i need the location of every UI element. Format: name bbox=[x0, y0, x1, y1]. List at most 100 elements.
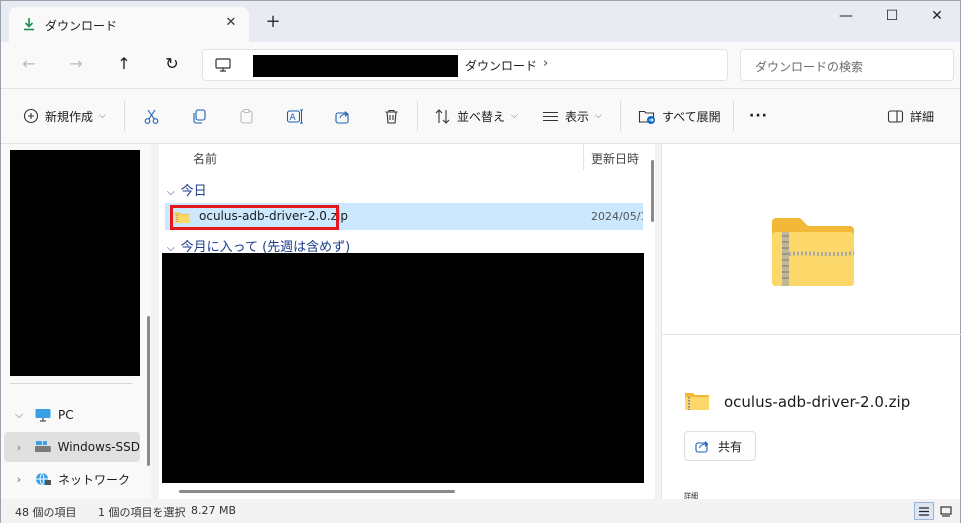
new-tab-button[interactable]: + bbox=[263, 13, 283, 33]
forward-button[interactable]: → bbox=[61, 50, 91, 80]
file-date: 2024/05/1 bbox=[591, 210, 643, 223]
tab-title: ダウンロード bbox=[45, 19, 118, 33]
group-header-today[interactable]: ⌵ 今日 bbox=[167, 180, 207, 199]
share-icon bbox=[695, 441, 709, 453]
rename-button[interactable]: A bbox=[286, 89, 304, 143]
horizontal-scrollbar[interactable] bbox=[179, 490, 455, 493]
vertical-scrollbar[interactable] bbox=[651, 160, 654, 222]
trash-icon bbox=[385, 109, 398, 124]
tab-downloads[interactable]: ダウンロード ✕ bbox=[9, 7, 249, 42]
minimize-button[interactable]: — bbox=[823, 1, 869, 33]
new-button-label: 新規作成 bbox=[45, 109, 94, 124]
list-view-icon bbox=[543, 111, 558, 121]
chevron-right-icon[interactable]: › bbox=[543, 56, 548, 71]
chevron-down-icon: ⌵ bbox=[595, 111, 602, 121]
group-label: 今日 bbox=[180, 184, 207, 199]
details-pane-button[interactable]: 詳細 bbox=[887, 89, 934, 143]
clipboard-icon bbox=[240, 108, 253, 124]
network-icon bbox=[36, 472, 51, 486]
zip-folder-icon bbox=[772, 218, 855, 286]
column-header-row: 名前 更新日時 bbox=[159, 144, 651, 170]
search-input[interactable]: ダウンロードの検索 bbox=[755, 58, 863, 75]
plus-circle-icon bbox=[23, 108, 39, 124]
selection-count: 1 個の項目を選択 bbox=[98, 506, 186, 519]
svg-text:A: A bbox=[290, 113, 297, 123]
share-button[interactable] bbox=[334, 89, 351, 143]
redacted-quick-access bbox=[10, 150, 140, 376]
divider bbox=[417, 101, 418, 131]
sidebar-item-network[interactable]: › ネットワーク bbox=[4, 464, 140, 494]
file-list: 名前 更新日時 ⌵ 今日 oculus-adb-driver-2.0.zip 20… bbox=[159, 144, 655, 499]
redacted-file-list bbox=[162, 253, 644, 483]
sort-label: 並べ替え bbox=[457, 109, 506, 124]
preview-view-icon bbox=[940, 505, 952, 517]
folder-expand-icon bbox=[638, 110, 655, 124]
tab-close-button[interactable]: ✕ bbox=[221, 13, 241, 33]
sort-button[interactable]: 並べ替え ⌵ bbox=[434, 89, 518, 143]
details-label: 詳細 bbox=[910, 109, 935, 124]
expand-all-label: すべて展開 bbox=[662, 109, 721, 124]
chevron-down-icon[interactable]: ⌵ bbox=[167, 187, 175, 198]
divider bbox=[10, 383, 132, 384]
sidebar-item-windows-ssd[interactable]: › Windows-SSD bbox=[4, 432, 140, 462]
expand-all-button[interactable]: すべて展開 bbox=[638, 89, 721, 143]
back-button[interactable]: ← bbox=[14, 50, 44, 80]
chevron-down-icon: ⌵ bbox=[511, 111, 518, 121]
navigation-pane: ⌵ PC › Windows-SSD › ネットワーク bbox=[1, 144, 151, 499]
list-view-icon bbox=[919, 506, 929, 516]
rename-icon: A bbox=[286, 109, 303, 123]
column-separator[interactable] bbox=[583, 144, 584, 170]
highlight-box bbox=[170, 205, 339, 230]
more-options-button[interactable]: ··· bbox=[749, 89, 768, 143]
redacted-path bbox=[253, 55, 458, 77]
divider bbox=[620, 101, 621, 131]
sidebar-item-label: ネットワーク bbox=[58, 472, 131, 487]
chevron-right-icon[interactable]: › bbox=[10, 473, 28, 486]
command-bar: 新規作成 ⌵ A 並べ替え ⌵ 表示 ⌵ すべて展開 ··· 詳細 bbox=[1, 88, 960, 144]
share-label: 共有 bbox=[718, 439, 743, 454]
sidebar-scrollbar[interactable] bbox=[147, 316, 150, 466]
sidebar-item-pc[interactable]: ⌵ PC bbox=[4, 400, 140, 430]
details-pane: oculus-adb-driver-2.0.zip 共有 詳細 bbox=[661, 144, 961, 500]
divider bbox=[662, 334, 961, 335]
cut-button[interactable] bbox=[143, 89, 160, 143]
up-button[interactable]: ↑ bbox=[109, 50, 139, 80]
details-view-button[interactable] bbox=[914, 502, 934, 520]
address-segment-downloads[interactable]: ダウンロード bbox=[465, 57, 537, 74]
monitor-icon bbox=[215, 58, 231, 72]
drive-icon bbox=[34, 441, 51, 452]
explorer-window: ダウンロード ✕ + — ☐ ✕ ← → ↑ ↻ ダウンロード › ダウンロード… bbox=[0, 0, 961, 523]
sort-icon bbox=[435, 108, 450, 124]
column-header-date[interactable]: 更新日時 bbox=[591, 150, 639, 167]
large-icons-view-button[interactable] bbox=[936, 502, 956, 520]
sidebar-item-label: PC bbox=[58, 408, 74, 422]
item-count: 48 個の項目 bbox=[15, 506, 77, 519]
delete-button[interactable] bbox=[383, 89, 400, 143]
zip-folder-icon bbox=[685, 393, 709, 410]
address-bar[interactable]: ダウンロード › bbox=[202, 49, 728, 81]
selection-size: 8.27 MB bbox=[191, 504, 237, 517]
scissors-icon bbox=[144, 109, 159, 124]
view-label: 表示 bbox=[565, 109, 590, 124]
download-icon bbox=[24, 18, 34, 31]
maximize-button[interactable]: ☐ bbox=[869, 1, 915, 33]
new-button[interactable]: 新規作成 ⌵ bbox=[23, 89, 106, 143]
copy-button[interactable] bbox=[191, 89, 208, 143]
chevron-down-icon[interactable]: ⌵ bbox=[10, 408, 28, 422]
divider bbox=[124, 101, 125, 131]
chevron-down-icon: ⌵ bbox=[99, 111, 106, 121]
paste-button[interactable] bbox=[238, 89, 255, 143]
share-icon bbox=[335, 110, 349, 124]
status-bar: 48 個の項目 1 個の項目を選択 8.27 MB bbox=[1, 499, 960, 523]
refresh-button[interactable]: ↻ bbox=[157, 50, 187, 80]
divider bbox=[733, 101, 734, 131]
chevron-right-icon[interactable]: › bbox=[10, 441, 28, 454]
share-button[interactable]: 共有 bbox=[684, 431, 756, 461]
sidebar-item-label: Windows-SSD bbox=[57, 440, 140, 454]
close-window-button[interactable]: ✕ bbox=[914, 1, 960, 33]
column-header-name[interactable]: 名前 bbox=[193, 150, 217, 167]
navigation-row: ← → ↑ ↻ ダウンロード › ダウンロードの検索 bbox=[1, 42, 960, 88]
details-pane-icon bbox=[887, 109, 904, 123]
view-button[interactable]: 表示 ⌵ bbox=[542, 89, 602, 143]
search-box[interactable]: ダウンロードの検索 bbox=[740, 49, 954, 81]
